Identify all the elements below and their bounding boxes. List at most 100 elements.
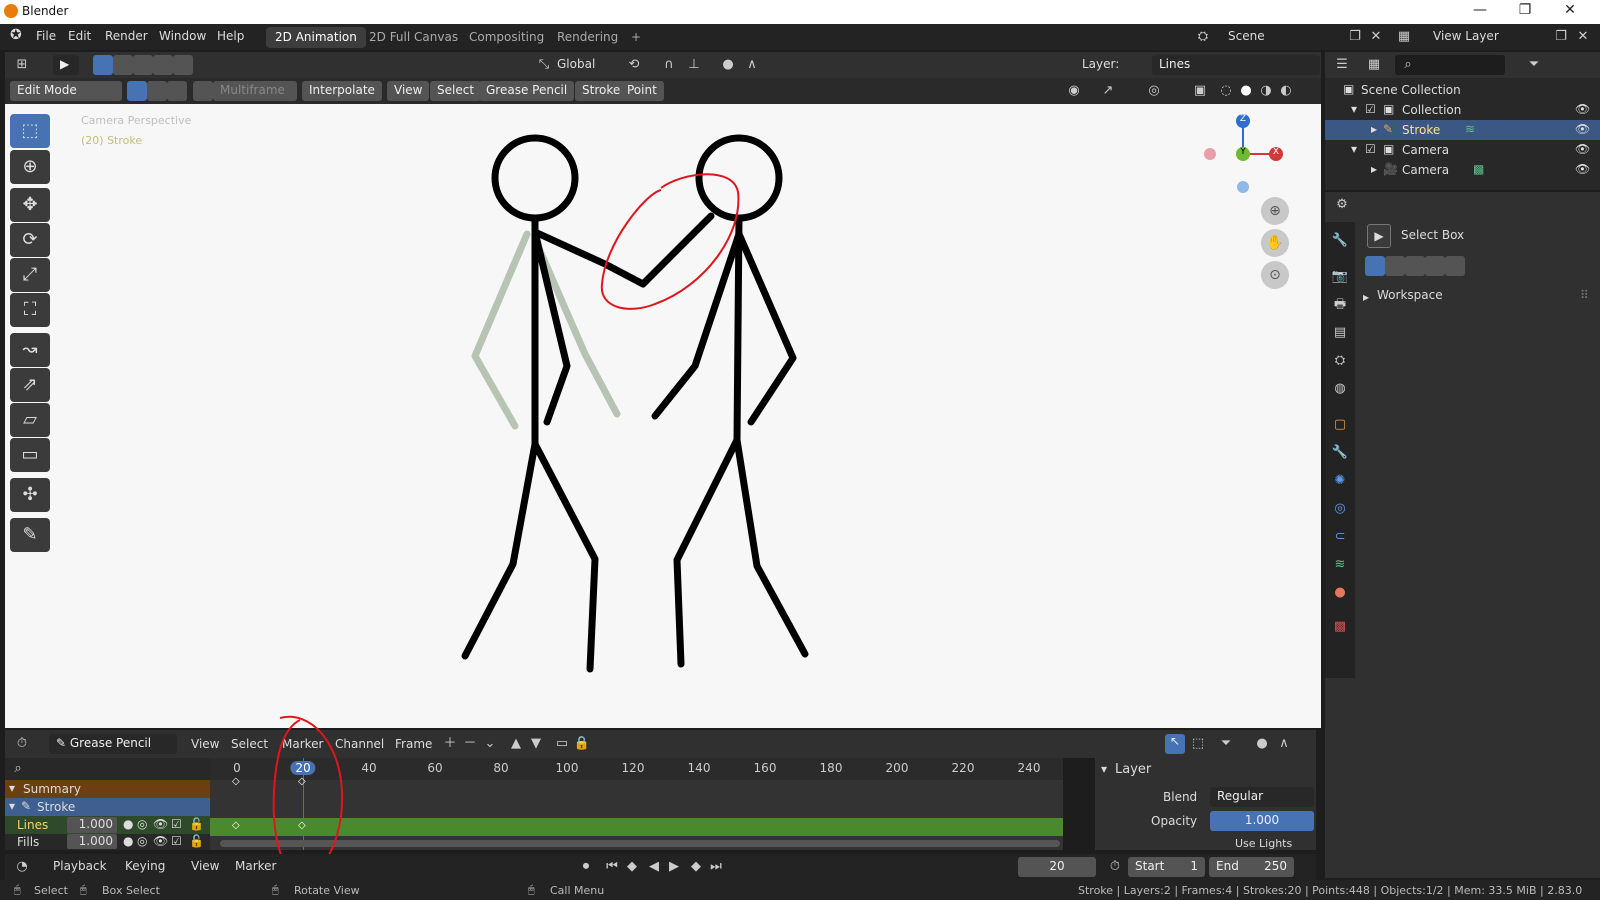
falloff-icon[interactable]: ∧ xyxy=(1275,735,1293,753)
gizmo-z-label[interactable]: Z xyxy=(1237,114,1249,124)
to-sphere-tool-icon[interactable]: ▱ xyxy=(10,403,50,437)
properties-editor-icon[interactable]: ⚙ xyxy=(1333,196,1351,214)
gizmo-toggle-icon[interactable]: ↗ xyxy=(1099,82,1117,100)
snap-icon[interactable]: ∩ xyxy=(660,56,678,74)
3d-viewport[interactable]: Camera Perspective (20) Stroke Z X Y ⊕ ✋… xyxy=(5,104,1321,728)
minimize-icon[interactable]: — xyxy=(1460,2,1500,22)
select-invert-icon[interactable] xyxy=(173,55,193,75)
scene-icon[interactable]: ⛭ xyxy=(1194,28,1212,46)
next-keyframe-icon[interactable]: ◆ xyxy=(687,858,705,876)
orientation-dropdown[interactable]: Global xyxy=(557,57,595,71)
workspace-panel-toggle[interactable]: ▸ xyxy=(1363,290,1369,304)
channel-row-lines[interactable]: Lines 1.000 ● ◎ 👁 ☑ 🔓 xyxy=(5,816,210,834)
constraint-tab-icon[interactable]: ⊂ xyxy=(1331,528,1349,546)
close-icon[interactable]: ✕ xyxy=(1550,2,1590,22)
cursor-tool-icon[interactable]: ⊕ xyxy=(10,150,50,184)
expand-chevron-icon[interactable]: ▾ xyxy=(9,799,15,813)
dopesheet-editor-icon[interactable]: ⏱ xyxy=(13,735,31,753)
select-mode-intersect-icon[interactable] xyxy=(1425,256,1445,276)
pan-hand-icon[interactable]: ✋ xyxy=(1261,229,1289,257)
channel-row-fills[interactable]: Fills 1.000 ● ◎ 👁 ☑ 🔓 xyxy=(5,834,210,850)
outliner-row-scene-collection[interactable]: ▣ Scene Collection xyxy=(1325,80,1600,100)
physics-tab-icon[interactable]: ◎ xyxy=(1331,500,1349,518)
select-mode-new-icon[interactable] xyxy=(1365,256,1385,276)
outliner-row-collection[interactable]: ▾ ☑ ▣ Collection 👁 xyxy=(1325,100,1600,120)
xray-icon[interactable]: ▣ xyxy=(1191,82,1209,100)
interpolate-dropdown[interactable]: Interpolate xyxy=(302,81,382,101)
remove-layer-icon[interactable]: － xyxy=(461,735,479,753)
preview-range-icon[interactable]: ⏱ xyxy=(1106,858,1124,876)
eye-icon[interactable]: 👁 xyxy=(153,834,168,848)
outliner-editor-icon[interactable]: ☰ xyxy=(1333,56,1351,74)
timeline-editor-icon[interactable]: ◔ xyxy=(13,858,31,876)
grease-pencil-data-icon[interactable]: ≋ xyxy=(1465,122,1475,136)
overlay-toggle-icon[interactable]: ◎ xyxy=(1145,82,1163,100)
select-segment-icon[interactable] xyxy=(167,81,187,101)
start-frame-field[interactable]: Start 1 xyxy=(1128,857,1205,877)
material-shading-icon[interactable]: ◑ xyxy=(1257,82,1275,100)
solid-shading-icon[interactable]: ● xyxy=(1237,82,1255,100)
eye-icon[interactable]: 👁 xyxy=(1575,122,1590,136)
lock-layer-icon[interactable]: 🔒 xyxy=(573,735,591,753)
add-layer-icon[interactable]: ＋ xyxy=(441,735,459,753)
falloff-icon[interactable]: ∧ xyxy=(743,56,761,74)
lock-icon[interactable]: 🔓 xyxy=(189,834,204,848)
panel-collapse-chevron-icon[interactable]: ▾ xyxy=(1101,762,1107,776)
dopesheet-menu-select[interactable]: Select xyxy=(231,737,268,751)
expand-chevron-icon[interactable]: ▾ xyxy=(9,781,15,795)
layer-opacity-field[interactable]: 1.000 xyxy=(67,834,117,849)
proportional-edit-icon[interactable]: ● xyxy=(1253,735,1271,753)
blend-dropdown[interactable]: Regular xyxy=(1210,787,1314,807)
select-stroke-icon[interactable] xyxy=(147,81,167,101)
multiframe-button[interactable]: Multiframe xyxy=(213,81,297,101)
multiframe-toggle-icon[interactable] xyxy=(193,81,213,101)
menu-render[interactable]: Render xyxy=(105,29,148,43)
data-tab-icon[interactable]: ≋ xyxy=(1331,556,1349,574)
grease-pencil-menu-button[interactable]: Grease Pencil xyxy=(479,81,575,101)
eye-icon[interactable]: 👁 xyxy=(1575,162,1590,176)
checkbox-icon[interactable]: ☑ xyxy=(1365,102,1376,116)
dopesheet-menu-view[interactable]: View xyxy=(191,737,219,751)
proportional-edit-icon[interactable]: ● xyxy=(719,56,737,74)
radius-tool-icon[interactable]: ▭ xyxy=(10,438,50,472)
prev-keyframe-icon[interactable]: ◆ xyxy=(623,858,641,876)
isolate-layer-icon[interactable]: ▭ xyxy=(553,735,571,753)
world-tab-icon[interactable]: ◍ xyxy=(1331,380,1349,398)
play-icon[interactable]: ▶ xyxy=(665,858,683,876)
blender-menu-icon[interactable]: ✪ xyxy=(10,27,22,43)
extrude-tool-icon[interactable]: ✣ xyxy=(10,478,50,512)
view-layer-tab-icon[interactable]: ▤ xyxy=(1331,324,1349,342)
select-mode-extend-icon[interactable] xyxy=(1385,256,1405,276)
checkbox-icon[interactable]: ☑ xyxy=(1365,142,1376,156)
dopesheet-mode-dropdown[interactable]: ✎ Grease Pencil xyxy=(49,734,177,754)
visibility-icon[interactable]: ◉ xyxy=(1065,82,1083,100)
camera-data-icon[interactable]: ▩ xyxy=(1473,162,1484,176)
menu-help[interactable]: Help xyxy=(217,29,244,43)
marker-menu[interactable]: Marker xyxy=(235,859,276,873)
menu-file[interactable]: File xyxy=(36,29,56,43)
point-menu-button[interactable]: Point xyxy=(620,81,664,101)
tool-tab-icon[interactable]: 🔧 xyxy=(1331,232,1349,250)
select-mode-invert-icon[interactable] xyxy=(1445,256,1465,276)
tab-compositing[interactable]: Compositing xyxy=(460,27,553,48)
tab-2d-full-canvas[interactable]: 2D Full Canvas xyxy=(360,27,467,48)
show-hidden-icon[interactable]: ⬚ xyxy=(1189,735,1207,753)
pivot-icon[interactable]: ⟲ xyxy=(625,56,643,74)
keying-menu[interactable]: Keying xyxy=(125,859,165,873)
mask-icon[interactable]: ◎ xyxy=(137,817,147,831)
layer-dropdown[interactable]: Lines xyxy=(1152,55,1320,75)
eye-icon[interactable]: 👁 xyxy=(1575,142,1590,156)
keyframe-diamond[interactable]: ◇ xyxy=(232,776,240,787)
record-icon[interactable]: ⏺ xyxy=(577,858,595,876)
rotate-tool-icon[interactable]: ⟳ xyxy=(10,223,50,257)
checkbox-icon[interactable]: ☑ xyxy=(171,834,182,848)
view-layer-name[interactable]: View Layer xyxy=(1433,29,1499,43)
new-view-layer-icon[interactable]: ❐ xyxy=(1552,28,1570,46)
select-menu-button[interactable]: Select xyxy=(430,81,482,101)
filter-icon[interactable]: ⏷ xyxy=(1525,56,1543,74)
editor-type-icon[interactable]: ⊞ xyxy=(13,56,31,74)
channel-search-input[interactable]: ⌕ xyxy=(5,758,210,780)
expand-chevron-icon[interactable]: ▾ xyxy=(1351,102,1357,116)
move-tool-icon[interactable]: ✥ xyxy=(10,188,50,222)
menu-window[interactable]: Window xyxy=(159,29,206,43)
